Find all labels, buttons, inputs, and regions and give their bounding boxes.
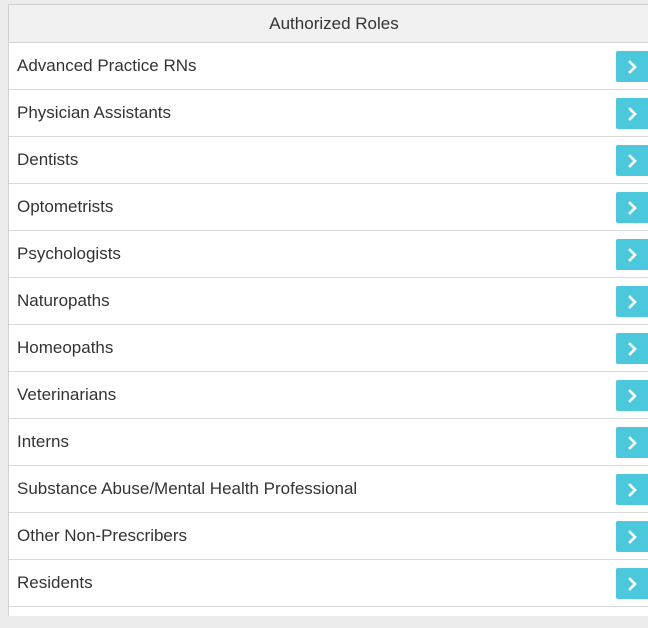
role-row-residents[interactable]: Residents [9, 560, 648, 607]
open-role-button[interactable] [616, 192, 648, 223]
chevron-right-icon [627, 106, 637, 121]
role-label: Substance Abuse/Mental Health Profession… [17, 479, 358, 498]
role-label: Residents [17, 573, 93, 592]
chevron-right-icon [627, 247, 637, 262]
page-footer-strip [0, 616, 648, 628]
open-role-button[interactable] [616, 521, 648, 552]
role-row-veterinarians[interactable]: Veterinarians [9, 372, 648, 419]
open-role-button[interactable] [616, 98, 648, 129]
role-label: Naturopaths [17, 291, 110, 310]
open-role-button[interactable] [616, 427, 648, 458]
chevron-right-icon [627, 529, 637, 544]
role-row-psychologists[interactable]: Psychologists [9, 231, 648, 278]
open-role-button[interactable] [616, 568, 648, 599]
chevron-right-icon [627, 59, 637, 74]
chevron-right-icon [627, 482, 637, 497]
panel-title: Authorized Roles [269, 13, 399, 33]
role-label: Homeopaths [17, 338, 114, 357]
role-row-homeopaths[interactable]: Homeopaths [9, 325, 648, 372]
chevron-right-icon [627, 341, 637, 356]
open-role-button[interactable] [616, 380, 648, 411]
authorized-roles-panel: Authorized Roles Advanced Practice RNs P… [8, 4, 648, 618]
role-row-interns[interactable]: Interns [9, 419, 648, 466]
role-label: Dentists [17, 150, 79, 169]
role-row-physician-assistants[interactable]: Physician Assistants [9, 90, 648, 137]
chevron-right-icon [627, 153, 637, 168]
open-role-button[interactable] [616, 286, 648, 317]
chevron-right-icon [627, 576, 637, 591]
role-label: Interns [17, 432, 69, 451]
role-row-advanced-practice-rns[interactable]: Advanced Practice RNs [9, 43, 648, 90]
role-label: Psychologists [17, 244, 121, 263]
role-label: Optometrists [17, 197, 114, 216]
chevron-right-icon [627, 294, 637, 309]
chevron-right-icon [627, 200, 637, 215]
role-row-optometrists[interactable]: Optometrists [9, 184, 648, 231]
role-row-substance-abuse-mental-health[interactable]: Substance Abuse/Mental Health Profession… [9, 466, 648, 513]
roles-list: Advanced Practice RNs Physician Assistan… [9, 43, 648, 607]
role-label: Other Non-Prescribers [17, 526, 188, 545]
open-role-button[interactable] [616, 333, 648, 364]
open-role-button[interactable] [616, 145, 648, 176]
panel-header: Authorized Roles [9, 5, 648, 43]
chevron-right-icon [627, 388, 637, 403]
role-label: Physician Assistants [17, 103, 172, 122]
role-row-other-non-prescribers[interactable]: Other Non-Prescribers [9, 513, 648, 560]
open-role-button[interactable] [616, 239, 648, 270]
role-row-dentists[interactable]: Dentists [9, 137, 648, 184]
role-label: Veterinarians [17, 385, 117, 404]
chevron-right-icon [627, 435, 637, 450]
role-label: Advanced Practice RNs [17, 56, 197, 75]
open-role-button[interactable] [616, 474, 648, 505]
open-role-button[interactable] [616, 51, 648, 82]
role-row-naturopaths[interactable]: Naturopaths [9, 278, 648, 325]
